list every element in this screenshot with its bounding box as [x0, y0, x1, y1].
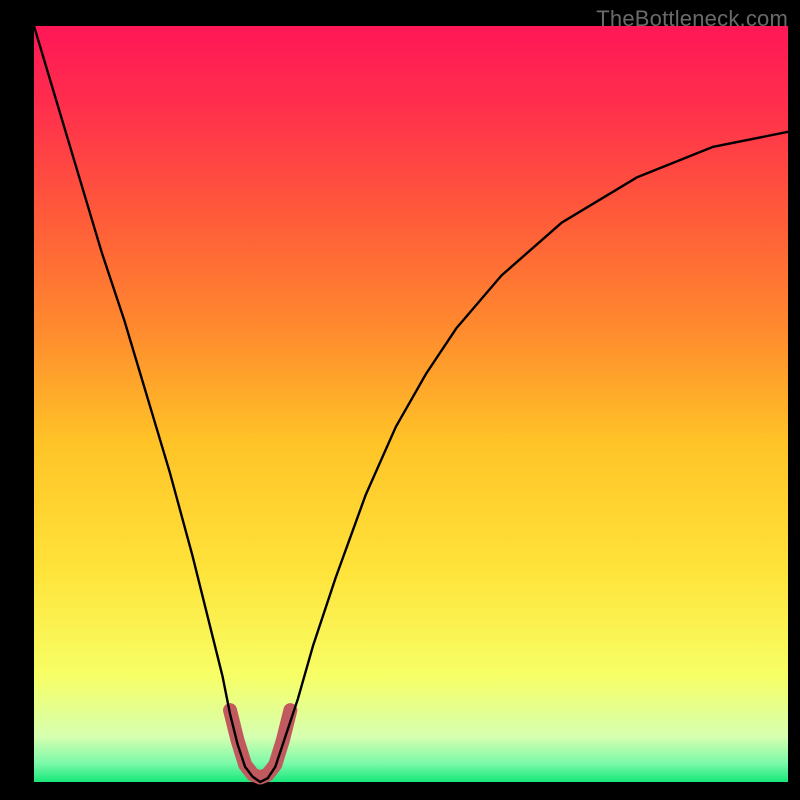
chart-svg	[0, 0, 800, 800]
plot-area	[34, 26, 788, 782]
chart-container: TheBottleneck.com	[0, 0, 800, 800]
